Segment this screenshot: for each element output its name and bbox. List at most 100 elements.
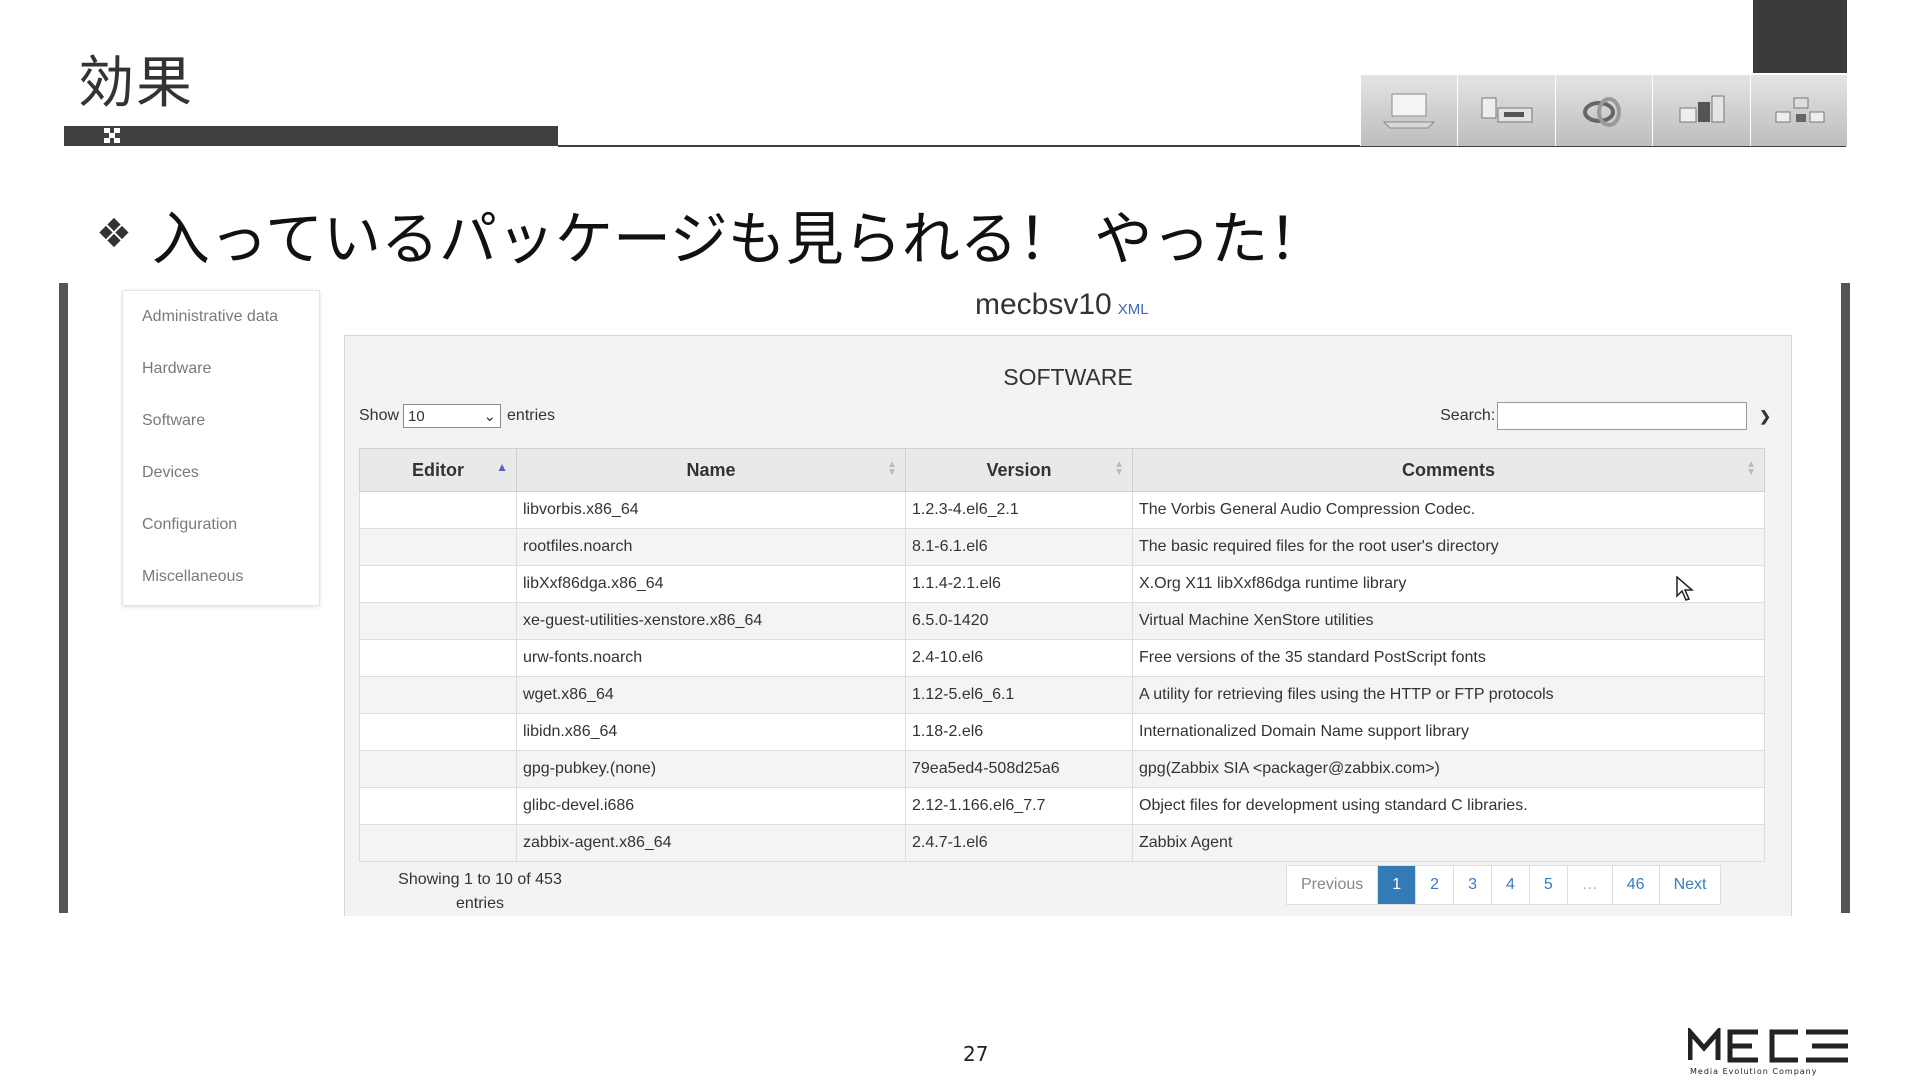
search-label: Search: [1440, 407, 1496, 424]
cell-comments: A utility for retrieving files using the… [1132, 676, 1765, 714]
table-row[interactable]: zabbix-agent.x86_64 2.4.7-1.el6 Zabbix Age… [359, 824, 1765, 862]
page-length-control: Show 10 ⌄ entries [359, 404, 555, 428]
column-header-editor[interactable]: Editor ▲ [359, 448, 517, 492]
table-row[interactable]: libXxf86dga.x86_64 1.1.4-2.1.el6 X.Org X11… [359, 565, 1765, 603]
cell-version: 8.1-6.1.el6 [905, 528, 1133, 566]
column-header-comments[interactable]: Comments ▲ ▼ [1132, 448, 1765, 492]
page-number: 27 [963, 1042, 989, 1066]
table-row[interactable]: xe-guest-utilities-xenstore.x86_64 6.5.0-… [359, 602, 1765, 640]
cell-version: 1.2.3-4.el6_2.1 [905, 491, 1133, 529]
table-info-line: Showing 1 to 10 of 453 [398, 871, 562, 888]
pagination-page-4[interactable]: 4 [1490, 866, 1529, 904]
search-control: Search: ❯ [1440, 402, 1771, 430]
title-underline-bar [64, 126, 558, 146]
server-blocks-icon [1457, 75, 1555, 146]
cubes-icon [1652, 75, 1750, 146]
cell-comments: Virtual Machine XenStore utilities [1132, 602, 1765, 640]
screenshot-frame-right [1841, 283, 1850, 913]
search-input[interactable] [1497, 402, 1748, 430]
laptop-icon [1360, 75, 1458, 146]
cell-version: 1.1.4-2.1.el6 [905, 565, 1133, 603]
cell-name: libidn.x86_64 [516, 713, 906, 751]
bullet-line: ❖ 入っているパッケージも見られる！ やった！ [96, 192, 1326, 276]
cell-comments: The Vorbis General Audio Compression Cod… [1132, 491, 1765, 529]
cell-name: rootfiles.noarch [516, 528, 906, 566]
column-header-version[interactable]: Version ▲ ▼ [905, 448, 1133, 492]
table-row[interactable]: libidn.x86_64 1.18-2.el6 Internationalized… [359, 713, 1765, 751]
table-row[interactable]: libvorbis.x86_64 1.2.3-4.el6_2.1 The Vorbi… [359, 491, 1765, 529]
cell-editor [359, 639, 517, 677]
mouse-cursor-icon [1676, 576, 1694, 601]
sidebar-item-devices[interactable]: Devices [123, 447, 319, 499]
cell-name: glibc-devel.i686 [516, 787, 906, 825]
knot-icon [1554, 75, 1653, 146]
sort-both-icon: ▲ ▼ [887, 459, 897, 478]
sidebar-item-administrative-data[interactable]: Administrative data [123, 291, 319, 343]
cell-version: 2.4-10.el6 [905, 639, 1133, 677]
cell-name: zabbix-agent.x86_64 [516, 824, 906, 862]
cell-editor [359, 491, 517, 529]
table-row[interactable]: rootfiles.noarch 8.1-6.1.el6 The basic req… [359, 528, 1765, 566]
sidebar-item-configuration[interactable]: Configuration [123, 499, 319, 551]
sort-asc-icon: ▲ [496, 460, 508, 474]
table-row[interactable]: urw-fonts.noarch 2.4-10.el6 Free versions … [359, 639, 1765, 677]
bullet-text: 入っているパッケージも見られる！ やった！ [151, 205, 1327, 273]
table-info: Showing 1 to 10 of 453 entries [375, 868, 585, 916]
sidebar-menu: Administrative data Hardware Software De… [122, 290, 320, 606]
network-blocks-icon [1749, 75, 1848, 146]
sidebar-item-software[interactable]: Software [123, 395, 319, 447]
table-row[interactable]: gpg-pubkey.(none) 79ea5ed4-508d25a6 gpg(Za… [359, 750, 1765, 788]
cell-editor [359, 750, 517, 788]
cell-editor [359, 602, 517, 640]
screenshot-frame-left [59, 283, 68, 913]
pagination-page-46[interactable]: 46 [1611, 866, 1659, 904]
cell-name: libXxf86dga.x86_64 [516, 565, 906, 603]
pagination-previous[interactable]: Previous [1287, 866, 1377, 904]
pagination-next[interactable]: Next [1658, 866, 1721, 904]
table-row[interactable]: wget.x86_64 1.12-5.el6_6.1 A utility for r… [359, 676, 1765, 714]
pagination-page-3[interactable]: 3 [1453, 866, 1491, 904]
software-panel: SOFTWARE Show 10 ⌄ entries Search: ❯ Edi… [344, 335, 1792, 916]
cell-editor [359, 528, 517, 566]
page-length-select[interactable]: 10 ⌄ [403, 404, 502, 428]
page-length-value: 10 [408, 407, 425, 425]
cell-comments: Zabbix Agent [1132, 824, 1765, 862]
cell-comments: Internationalized Domain Name support li… [1132, 713, 1765, 751]
mec-logo: Media Evolution Company [1688, 1028, 1848, 1076]
cell-editor [359, 565, 517, 603]
cell-name: urw-fonts.noarch [516, 639, 906, 677]
pagination-page-5[interactable]: 5 [1528, 866, 1567, 904]
column-header-name[interactable]: Name ▲ ▼ [516, 448, 906, 492]
cell-version: 2.4.7-1.el6 [905, 824, 1133, 862]
svg-text:Media Evolution Company: Media Evolution Company [1690, 1067, 1817, 1076]
cell-editor [359, 713, 517, 751]
cell-name: wget.x86_64 [516, 676, 906, 714]
checker-deco-icon [104, 128, 120, 143]
pagination-page-1[interactable]: 1 [1377, 866, 1416, 904]
cell-editor [359, 824, 517, 862]
table-info-line: entries [455, 895, 505, 912]
cell-comments: The basic required files for the root us… [1132, 528, 1765, 566]
sidebar-item-hardware[interactable]: Hardware [123, 343, 319, 395]
collapse-chevron-icon[interactable]: ❯ [1759, 408, 1771, 425]
cell-editor [359, 676, 517, 714]
cell-version: 1.12-5.el6_6.1 [905, 676, 1133, 714]
page-title: mecbsv10 XML [975, 288, 1149, 322]
cell-comments: gpg(Zabbix SIA <packager@zabbix.com>) [1132, 750, 1765, 788]
corner-block [1753, 0, 1847, 73]
cell-version: 2.12-1.166.el6_7.7 [905, 787, 1133, 825]
table-row[interactable]: glibc-devel.i686 2.12-1.166.el6_7.7 Object… [359, 787, 1765, 825]
sidebar-item-miscellaneous[interactable]: Miscellaneous [123, 551, 319, 603]
pagination-page-2[interactable]: 2 [1415, 866, 1453, 904]
cell-name: libvorbis.x86_64 [516, 491, 906, 529]
pagination-ellipsis: … [1566, 866, 1612, 904]
xml-link[interactable]: XML [1118, 301, 1149, 318]
cell-comments: Object files for development using stand… [1132, 787, 1765, 825]
sort-both-icon: ▲ ▼ [1114, 459, 1124, 478]
diamond-bullet-icon: ❖ [96, 211, 132, 257]
table-header-row: Editor ▲ Name ▲ ▼ Version ▲ ▼ Comments ▲ ▼ [359, 448, 1765, 492]
panel-title: SOFTWARE [1003, 364, 1133, 390]
cell-name: gpg-pubkey.(none) [516, 750, 906, 788]
cell-editor [359, 787, 517, 825]
entries-label: entries [507, 407, 556, 424]
